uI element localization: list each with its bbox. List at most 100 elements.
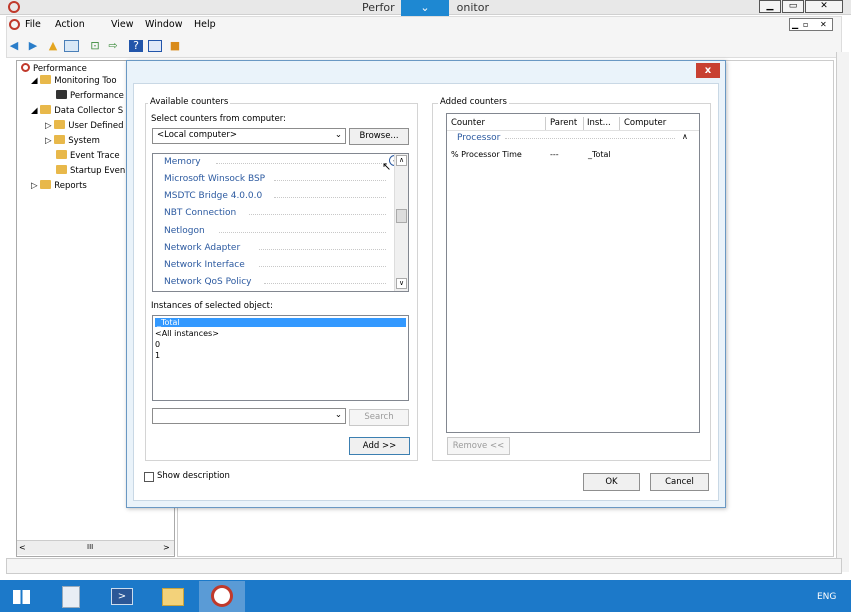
mdi-minimize-button[interactable]: ▁ — [792, 19, 798, 30]
close-window-button[interactable]: ✕ — [805, 0, 843, 13]
chevron-down-icon: ⌄ — [420, 1, 430, 14]
group-header-processor[interactable]: Processor — [457, 133, 500, 143]
counter-list[interactable]: Memory⌄ Microsoft Winsock BSP⌄ MSDTC Bri… — [152, 153, 409, 292]
collapse-group-icon[interactable]: ∧ — [682, 132, 688, 141]
mdi-close-button[interactable]: ✕ — [820, 19, 827, 30]
tree-item-user-defined[interactable]: ▷ User Defined — [45, 120, 123, 131]
folder-icon — [40, 75, 52, 84]
show-description-checkbox[interactable] — [144, 472, 154, 482]
outer-vertical-scrollbar[interactable] — [836, 52, 849, 572]
back-icon[interactable]: ◀ — [7, 40, 21, 52]
instance-item[interactable]: 0 — [155, 340, 160, 349]
scrollbar-thumb[interactable]: III — [87, 543, 93, 551]
ok-button[interactable]: OK — [583, 473, 640, 491]
taskbar-server-manager[interactable] — [52, 582, 90, 612]
maximize-button[interactable]: ▭ — [782, 0, 804, 13]
forward-icon[interactable]: ▶ — [26, 40, 40, 52]
mouse-cursor-icon: ↖ — [382, 160, 392, 173]
menu-view[interactable]: View — [111, 19, 134, 30]
scroll-up-icon[interactable]: ∧ — [396, 155, 407, 166]
cancel-button[interactable]: Cancel — [650, 473, 709, 491]
tree-item-performance-monitor[interactable]: Performance — [56, 90, 124, 101]
chevron-down-icon: ⌄ — [334, 410, 342, 420]
show-hide-tree-icon[interactable] — [64, 40, 79, 52]
taskbar-powershell[interactable]: > — [103, 582, 141, 612]
tree-label: System — [68, 136, 100, 146]
counter-item[interactable]: MSDTC Bridge 4.0.0.0⌄ — [164, 189, 401, 206]
remove-button[interactable]: Remove << — [447, 437, 510, 455]
minimize-button[interactable]: ▁ — [759, 0, 781, 13]
instance-item[interactable]: _Total — [155, 318, 406, 327]
search-button[interactable]: Search — [349, 409, 409, 426]
tree-item-performance[interactable]: Performance — [21, 63, 87, 74]
counter-item[interactable]: Network QoS Policy⌄ — [164, 275, 401, 291]
up-folder-icon[interactable]: ▲ — [46, 40, 60, 52]
column-header-counter[interactable]: Counter — [451, 118, 485, 128]
column-header-parent[interactable]: Parent — [550, 118, 577, 128]
search-combo[interactable]: ⌄ — [152, 408, 346, 424]
menu-help[interactable]: Help — [194, 19, 216, 30]
column-header-instance[interactable]: Inst... — [587, 118, 611, 128]
browse-button[interactable]: Browse... — [349, 128, 409, 145]
scrollbar-thumb[interactable] — [396, 209, 407, 223]
folder-icon — [54, 135, 66, 144]
taskbar-perfmon[interactable] — [199, 581, 245, 612]
counter-label: NBT Connection — [164, 208, 237, 218]
computer-combo[interactable]: <Local computer> ⌄ — [152, 128, 346, 144]
counter-item[interactable]: NBT Connection⌄ — [164, 206, 401, 223]
tree-horizontal-scrollbar[interactable]: < III > — [17, 540, 174, 555]
scroll-down-icon[interactable]: ∨ — [396, 278, 407, 289]
tree-item-reports[interactable]: ▷ Reports — [31, 180, 87, 191]
mdi-restore-button[interactable]: ▫ — [803, 19, 808, 30]
column-divider[interactable] — [583, 117, 584, 130]
tree-item-event-trace[interactable]: Event Trace — [56, 150, 120, 161]
status-bar — [6, 558, 842, 574]
folder-icon — [54, 120, 66, 129]
column-divider[interactable] — [619, 117, 620, 130]
folder-icon — [56, 150, 67, 159]
start-button[interactable] — [2, 582, 40, 612]
taskbar-explorer[interactable] — [154, 582, 192, 612]
counter-item[interactable]: Network Adapter⌄ — [164, 241, 401, 258]
properties-icon[interactable]: ⊡ — [88, 40, 102, 52]
counter-item[interactable]: Network Interface⌄ — [164, 258, 401, 275]
scroll-left-icon[interactable]: < — [19, 543, 26, 552]
tree-item-system[interactable]: ▷ System — [45, 135, 100, 146]
menu-window[interactable]: Window — [145, 19, 182, 30]
added-row[interactable]: % Processor Time --- _Total — [451, 150, 691, 161]
column-divider[interactable] — [545, 117, 546, 130]
help-icon[interactable]: ? — [129, 40, 143, 52]
tree-label: Startup Even — [70, 166, 126, 176]
added-counters-label: Added counters — [438, 97, 509, 107]
show-description-label[interactable]: Show description — [157, 471, 230, 481]
new-window-icon[interactable]: ■ — [168, 40, 182, 52]
computer-value: <Local computer> — [157, 130, 237, 140]
tree-item-startup-event[interactable]: Startup Even — [56, 165, 125, 176]
collapsed-arrow-icon: ▷ — [45, 136, 55, 146]
counter-item[interactable]: Memory⌄ — [164, 155, 400, 172]
perfmon-icon — [211, 585, 233, 607]
dialog-close-button[interactable]: x — [696, 63, 720, 78]
scroll-right-icon[interactable]: > — [163, 543, 170, 552]
tree-label: Monitoring Too — [54, 76, 117, 86]
added-counters-table[interactable] — [446, 113, 700, 433]
instance-item[interactable]: <All instances> — [155, 329, 219, 338]
tree-item-monitoring-tools[interactable]: ◢ Monitoring Too — [31, 75, 117, 86]
column-header-computer[interactable]: Computer — [624, 118, 666, 128]
table-header-divider — [447, 130, 699, 131]
export-list-icon[interactable]: ⇨ — [106, 40, 120, 52]
instances-list[interactable]: _Total <All instances> 0 1 — [152, 315, 409, 401]
counter-label: Microsoft Winsock BSP — [164, 174, 266, 184]
tree-item-data-collector-sets[interactable]: ◢ Data Collector S — [31, 105, 123, 116]
menu-file[interactable]: File — [25, 19, 41, 30]
instance-item[interactable]: 1 — [155, 351, 160, 360]
counter-item[interactable]: Netlogon⌄ — [164, 224, 401, 241]
add-button[interactable]: Add >> — [349, 437, 410, 455]
console-icon[interactable] — [148, 40, 162, 52]
counter-item[interactable]: Microsoft Winsock BSP⌄ — [164, 172, 401, 189]
menu-action[interactable]: Action — [55, 19, 85, 30]
language-indicator[interactable]: ENG — [817, 592, 836, 602]
folder-icon — [56, 165, 67, 174]
tree-label: User Defined — [68, 121, 124, 131]
counter-list-scrollbar[interactable]: ∧ ∨ — [394, 154, 408, 291]
